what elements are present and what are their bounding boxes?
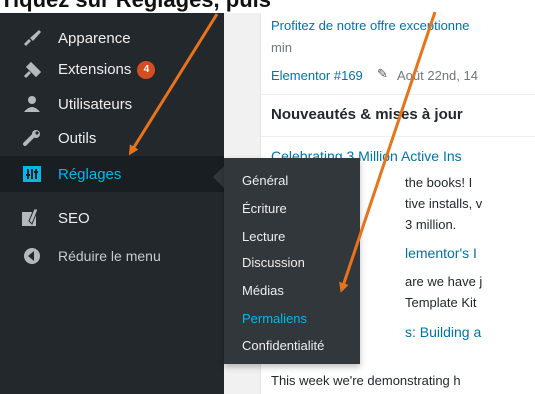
sidebar-item-outils[interactable]: Outils (0, 120, 224, 156)
collapse-icon (20, 244, 44, 268)
collapse-menu-button[interactable]: Réduire le menu (0, 238, 224, 274)
sidebar-item-reglages[interactable]: Réglages (0, 156, 224, 192)
admin-sidebar: Apparence Extensions 4 Utilisateurs Outil… (0, 0, 224, 394)
reglages-submenu: Général Écriture Lecture Discussion Médi… (224, 158, 360, 364)
pencil-icon[interactable]: ✎ (377, 66, 388, 82)
news-body-1a: the books! I (405, 175, 473, 190)
sidebar-item-extensions[interactable]: Extensions 4 (0, 52, 224, 88)
submenu-item-ecriture[interactable]: Écriture (242, 201, 287, 216)
sidebar-item-label: Apparence (58, 29, 131, 47)
submenu-item-permaliens[interactable]: Permaliens (242, 311, 307, 326)
submenu-item-lecture[interactable]: Lecture (242, 229, 285, 244)
sidebar-item-label: Réduire le menu (58, 248, 161, 264)
news-body-2b: Template Kit (405, 295, 477, 310)
submenu-item-medias[interactable]: Médias (242, 283, 284, 298)
news-body-2a: are we have j (405, 274, 483, 289)
submenu-item-discussion[interactable]: Discussion (242, 255, 305, 270)
plugin-icon (20, 58, 44, 82)
elementor-post-date: Août 22nd, 14 (397, 68, 478, 83)
submenu-pointer (213, 166, 224, 188)
sidebar-item-label: Utilisateurs (58, 95, 133, 113)
sidebar-item-label: SEO (58, 209, 90, 227)
news-title-2[interactable]: lementor's I (405, 245, 477, 261)
submenu-item-confidentialite[interactable]: Confidentialité (242, 338, 324, 353)
sidebar-item-label: Extensions 4 (58, 61, 156, 80)
promo-text-suffix: min (271, 40, 292, 55)
sidebar-item-label: Réglages (58, 165, 122, 183)
submenu-item-general[interactable]: Général (242, 173, 288, 188)
elementor-post-link[interactable]: Elementor #169 (271, 68, 363, 83)
yoast-seo-icon (20, 206, 44, 230)
tutorial-caption: Tiquez sur Réglages, puis Permaliens (0, 0, 270, 13)
news-heading: Nouveautés & mises à jour (271, 106, 463, 123)
wrench-icon (20, 126, 44, 150)
users-icon (20, 92, 44, 116)
news-body-1b: tive installs, v (405, 196, 483, 211)
news-body-3: This week we're demonstrating h (271, 373, 461, 388)
news-title-3[interactable]: s: Building a (405, 324, 481, 340)
update-count-badge: 4 (137, 61, 156, 80)
sidebar-item-apparence[interactable]: Apparence (0, 20, 224, 56)
paintbrush-icon (20, 26, 44, 50)
sidebar-item-utilisateurs[interactable]: Utilisateurs (0, 86, 224, 122)
sidebar-item-seo[interactable]: SEO (0, 200, 224, 236)
sidebar-item-label: Outils (58, 129, 97, 147)
news-body-1c: 3 million. (405, 217, 457, 232)
promo-link[interactable]: Profitez de notre offre exceptionne (271, 18, 470, 33)
settings-icon (20, 162, 44, 186)
